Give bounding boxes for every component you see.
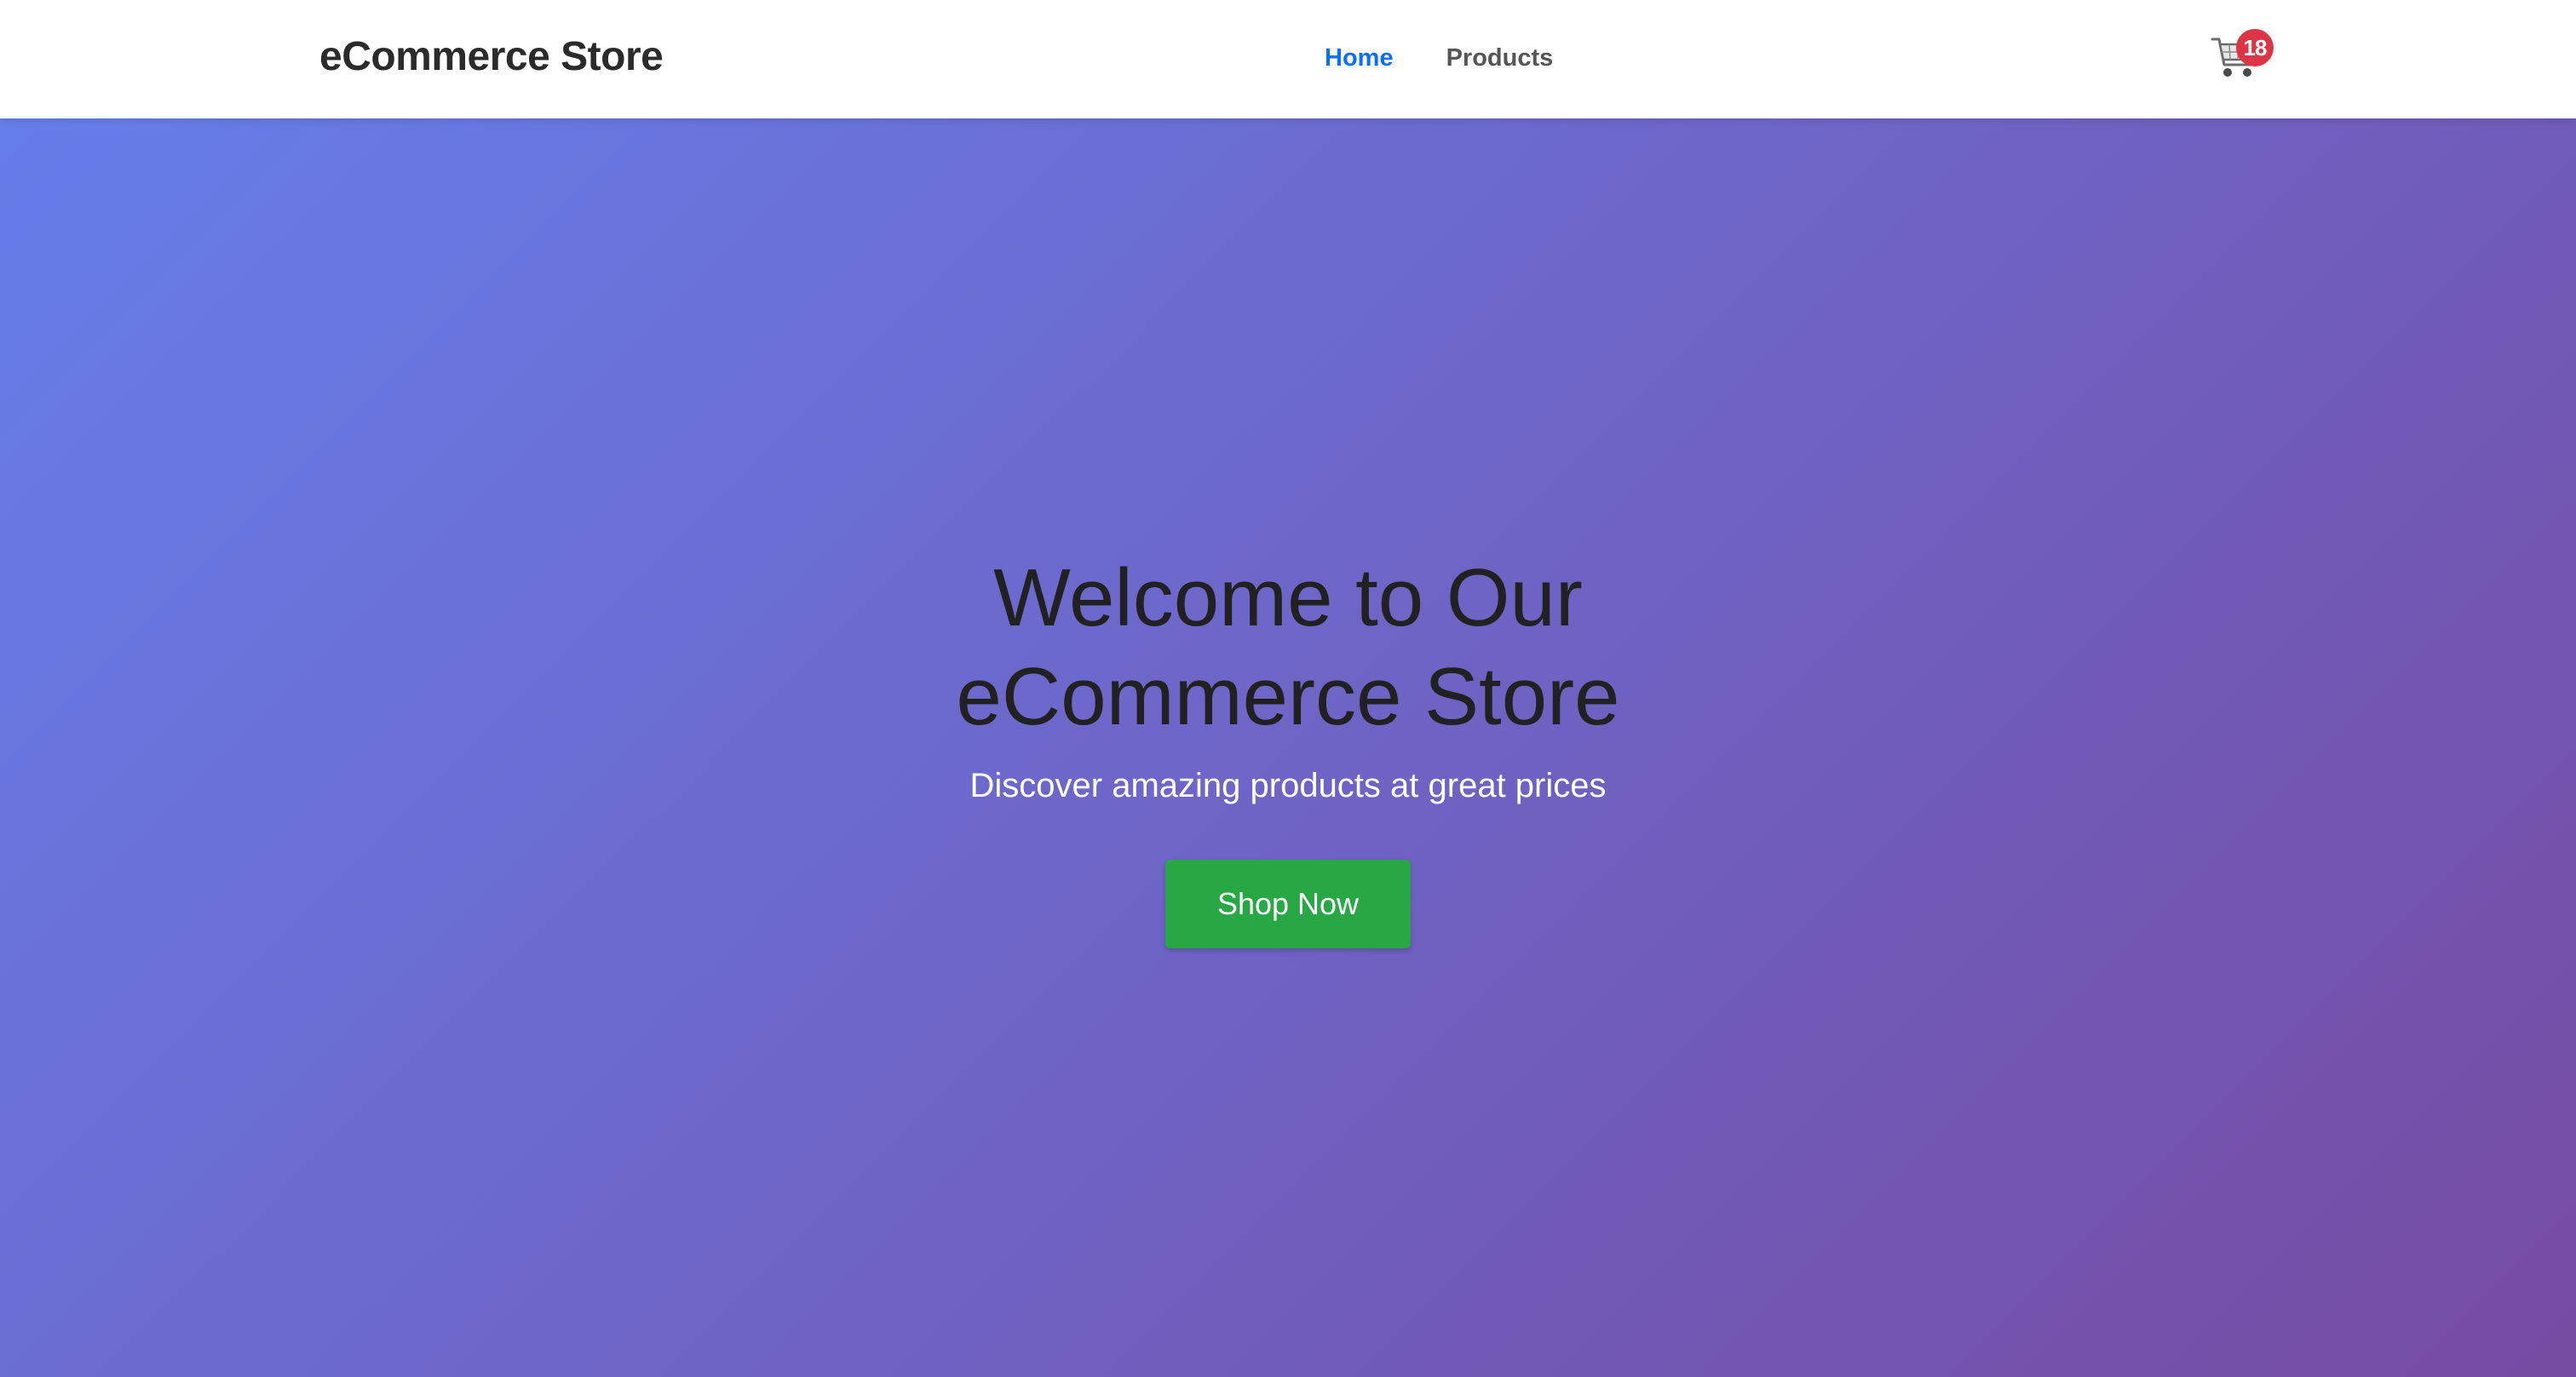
nav-link-home[interactable]: Home xyxy=(1325,41,1394,75)
navbar: eCommerce Store Home Products 18 xyxy=(0,0,2576,118)
cart-count-badge: 18 xyxy=(2236,29,2274,66)
nav-link-products[interactable]: Products xyxy=(1446,41,1554,75)
main-nav: Home Products xyxy=(1325,41,1553,75)
hero-subtitle: Discover amazing products at great price… xyxy=(969,767,1607,804)
hero-title-line-1: Welcome to Our xyxy=(993,552,1583,643)
hero-title-line-2: eCommerce Store xyxy=(956,651,1620,742)
shop-now-button[interactable]: Shop Now xyxy=(1165,860,1411,948)
cart-button[interactable]: 18 xyxy=(2211,29,2279,84)
hero-banner: Welcome to Our eCommerce Store Discover … xyxy=(0,118,2576,1377)
brand-logo[interactable]: eCommerce Store xyxy=(319,32,664,82)
hero-title: Welcome to Our eCommerce Store xyxy=(0,549,2576,746)
